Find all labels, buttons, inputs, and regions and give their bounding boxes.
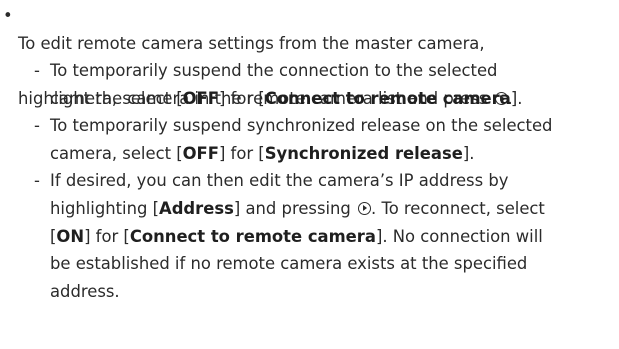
- sub-list: - To temporarily suspend the connection …: [0, 57, 619, 305]
- setting-address: Address: [159, 198, 234, 218]
- document-body: • To edit remote camera settings from th…: [0, 0, 619, 349]
- option-on: ON: [56, 226, 85, 246]
- sub-item-line: If desired, you can then edit the camera…: [50, 171, 509, 191]
- sub-item-line: highlighting [Address] and pressing . To…: [50, 198, 545, 218]
- multi-selector-right-icon: [358, 201, 372, 215]
- sub-item-disconnect: - To temporarily suspend the connection …: [0, 57, 619, 112]
- setting-connect-to-remote-camera: Connect to remote camera: [264, 88, 511, 108]
- option-off: OFF: [182, 143, 219, 163]
- sub-item-line: [ON] for [Connect to remote camera]. No …: [50, 226, 543, 246]
- sub-item-line: camera, select [OFF] for [Synchronized r…: [50, 143, 475, 163]
- setting-connect-to-remote-camera: Connect to remote camera: [129, 226, 376, 246]
- sub-item-line: To temporarily suspend synchronized rele…: [50, 116, 553, 136]
- sub-item-sync-release: - To temporarily suspend synchronized re…: [0, 112, 619, 167]
- sub-item-edit-address: - If desired, you can then edit the came…: [0, 167, 619, 305]
- sub-item-line: camera, select [OFF] for [Connect to rem…: [50, 88, 523, 108]
- setting-synchronized-release: Synchronized release: [264, 143, 463, 163]
- sub-item-line: be established if no remote camera exist…: [50, 254, 528, 274]
- dash-mark: -: [34, 171, 40, 191]
- option-off: OFF: [182, 88, 219, 108]
- bullet-mark: •: [3, 6, 13, 25]
- dash-mark: -: [34, 61, 40, 80]
- bullet-line-1: To edit remote camera settings from the …: [18, 33, 485, 53]
- dash-mark: -: [34, 116, 40, 136]
- sub-item-line: To temporarily suspend the connection to…: [50, 61, 498, 80]
- sub-item-line: address.: [50, 281, 120, 301]
